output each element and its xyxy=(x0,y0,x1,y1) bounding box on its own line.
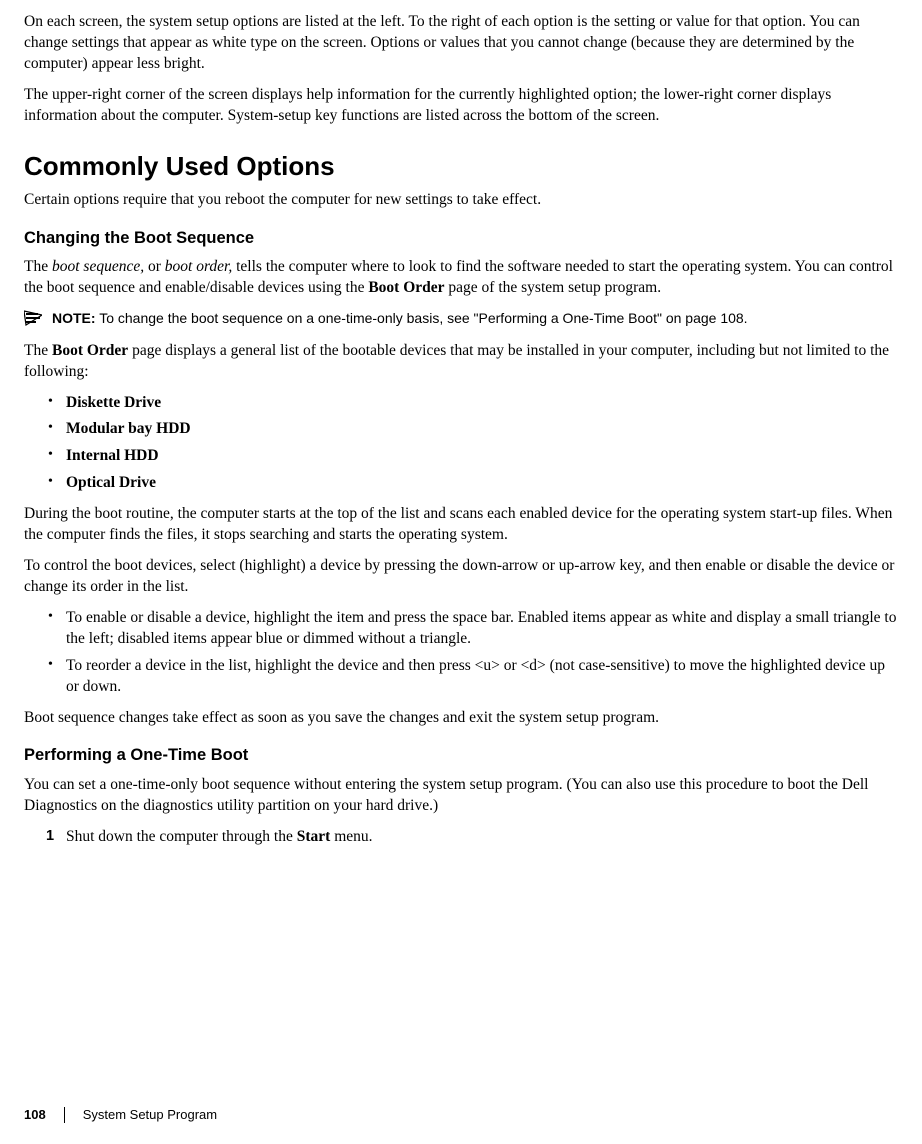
bootseq-paragraph-5: Boot sequence changes take effect as soo… xyxy=(24,708,898,729)
text-run-bold: Boot Order xyxy=(52,342,128,359)
text-run: The xyxy=(24,342,52,359)
footer-section-title: System Setup Program xyxy=(83,1106,217,1124)
list-item-text: To reorder a device in the list, highlig… xyxy=(66,657,885,695)
bootseq-paragraph-3: During the boot routine, the computer st… xyxy=(24,504,898,546)
heading-commonly-used-options: Commonly Used Options xyxy=(24,149,898,184)
list-item: Internal HDD xyxy=(24,446,898,467)
note-label: NOTE: xyxy=(52,310,96,326)
text-run: page of the system setup program. xyxy=(445,279,662,296)
page-footer: 108 System Setup Program xyxy=(24,1106,898,1124)
heading-changing-boot-sequence: Changing the Boot Sequence xyxy=(24,227,898,249)
device-list: Diskette Drive Modular bay HDD Internal … xyxy=(24,393,898,495)
text-run-italic: boot order, xyxy=(165,258,232,275)
intro-paragraph-2: The upper-right corner of the screen dis… xyxy=(24,85,898,127)
step-number: 1 xyxy=(46,827,54,847)
note-body: To change the boot sequence on a one-tim… xyxy=(96,310,748,326)
device-name: Optical Drive xyxy=(66,474,156,491)
intro-paragraph-1: On each screen, the system setup options… xyxy=(24,12,898,75)
text-run: or xyxy=(144,258,165,275)
text-run: Shut down the computer through the xyxy=(66,828,297,845)
list-item: Modular bay HDD xyxy=(24,419,898,440)
bootseq-paragraph-2: The Boot Order page displays a general l… xyxy=(24,341,898,383)
page-number: 108 xyxy=(24,1106,46,1124)
onetime-paragraph-1: You can set a one-time-only boot sequenc… xyxy=(24,775,898,817)
note-block: NOTE: To change the boot sequence on a o… xyxy=(24,309,898,333)
text-run-bold: Start xyxy=(297,828,331,845)
text-run-italic: boot sequence, xyxy=(52,258,144,275)
text-run-bold: Boot Order xyxy=(368,279,444,296)
heading-one-time-boot: Performing a One-Time Boot xyxy=(24,744,898,766)
note-text: NOTE: To change the boot sequence on a o… xyxy=(52,309,748,329)
text-run: The xyxy=(24,258,52,275)
device-name: Internal HDD xyxy=(66,447,159,464)
bootseq-paragraph-4: To control the boot devices, select (hig… xyxy=(24,556,898,598)
text-run: page displays a general list of the boot… xyxy=(24,342,889,380)
list-item: Optical Drive xyxy=(24,473,898,494)
list-item-text: To enable or disable a device, highlight… xyxy=(66,609,896,647)
list-item: To enable or disable a device, highlight… xyxy=(24,608,898,650)
text-run: menu. xyxy=(330,828,372,845)
step-item: 1 Shut down the computer through the Sta… xyxy=(24,827,898,848)
footer-divider xyxy=(64,1107,65,1123)
bootseq-paragraph-1: The boot sequence, or boot order, tells … xyxy=(24,257,898,299)
list-item: To reorder a device in the list, highlig… xyxy=(24,656,898,698)
onetime-steps: 1 Shut down the computer through the Sta… xyxy=(24,827,898,848)
section1-paragraph: Certain options require that you reboot … xyxy=(24,190,898,211)
device-name: Diskette Drive xyxy=(66,394,161,411)
control-list: To enable or disable a device, highlight… xyxy=(24,608,898,698)
note-icon xyxy=(24,310,42,333)
list-item: Diskette Drive xyxy=(24,393,898,414)
device-name: Modular bay HDD xyxy=(66,420,191,437)
